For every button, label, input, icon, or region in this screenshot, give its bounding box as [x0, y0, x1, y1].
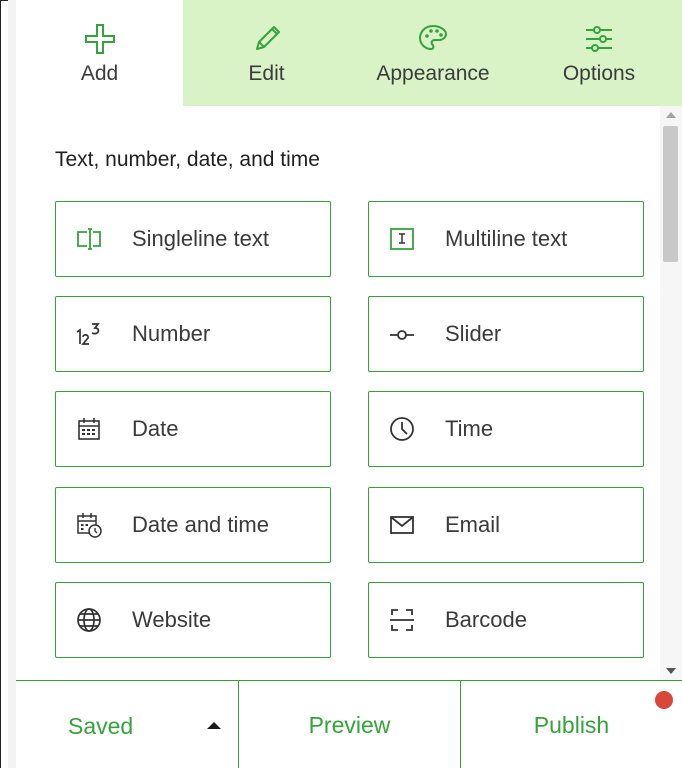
palette-icon [416, 22, 450, 56]
date-and-time-button[interactable]: Date and time [55, 487, 331, 563]
notification-dot [655, 691, 673, 709]
slider-icon [388, 320, 416, 348]
number-button[interactable]: Number [55, 296, 331, 372]
pencil-icon [250, 22, 284, 56]
caret-up-icon[interactable] [207, 722, 221, 729]
saved-button[interactable]: Saved [16, 681, 238, 768]
tab-appearance-label: Appearance [376, 62, 490, 85]
tab-add-label: Add [80, 62, 119, 85]
clock-icon [388, 415, 416, 443]
website-button[interactable]: Website [55, 582, 331, 658]
field-label: Website [132, 607, 212, 632]
tab-options[interactable]: Options [516, 0, 682, 106]
field-label: Date [132, 416, 179, 441]
tab-options-label: Options [562, 62, 636, 85]
tab-edit-label: Edit [248, 62, 285, 85]
preview-button[interactable]: Preview [238, 681, 460, 768]
globe-icon [75, 606, 103, 634]
singleline-text-button[interactable]: Singleline text [55, 201, 331, 277]
field-label: Email [445, 512, 501, 537]
saved-label: Saved [68, 713, 134, 739]
publish-label: Publish [533, 711, 610, 738]
sliders-icon [582, 22, 616, 56]
field-label: Date and time [132, 512, 269, 537]
field-label: Time [445, 416, 494, 441]
multiline-text-icon [388, 225, 416, 253]
field-label: Multiline text [445, 226, 568, 251]
envelope-icon [388, 511, 416, 539]
scroll-down-arrow-icon[interactable] [666, 668, 676, 674]
date-button[interactable]: Date [55, 391, 331, 467]
section-title: Text, number, date, and time [55, 148, 320, 171]
barcode-button[interactable]: Barcode [368, 582, 644, 658]
field-label: Slider [445, 321, 502, 346]
field-list-panel: Text, number, date, and time Singleline … [16, 106, 660, 680]
email-button[interactable]: Email [368, 487, 644, 563]
barcode-icon [388, 606, 416, 634]
field-label: Barcode [445, 607, 527, 632]
plus-icon [83, 22, 117, 56]
singleline-text-icon [75, 225, 103, 253]
scrollbar-thumb[interactable] [663, 126, 678, 262]
field-label: Number [132, 321, 211, 346]
calendar-icon [75, 415, 103, 443]
scrollbar[interactable] [660, 106, 682, 680]
tab-bar: Add Edit Appearance Options [16, 0, 682, 106]
calendar-clock-icon [75, 511, 103, 539]
tab-appearance[interactable]: Appearance [350, 0, 516, 106]
time-button[interactable]: Time [368, 391, 644, 467]
slider-button[interactable]: Slider [368, 296, 644, 372]
tab-add[interactable]: Add [16, 0, 183, 106]
tab-edit[interactable]: Edit [183, 0, 350, 106]
number-icon [75, 320, 103, 348]
field-label: Singleline text [132, 226, 269, 251]
footer-bar: Saved Preview Publish [16, 680, 682, 768]
publish-button[interactable]: Publish [460, 681, 682, 768]
panel-edge [8, 0, 16, 768]
multiline-text-button[interactable]: Multiline text [368, 201, 644, 277]
scroll-up-arrow-icon[interactable] [666, 112, 676, 118]
preview-label: Preview [308, 711, 391, 738]
